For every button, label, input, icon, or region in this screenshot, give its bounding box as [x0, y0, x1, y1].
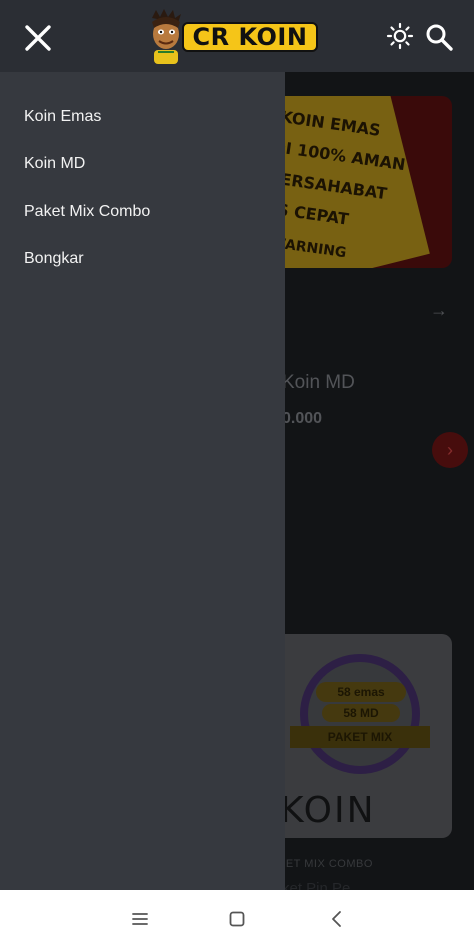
- back-icon[interactable]: [326, 908, 348, 930]
- scrim-overlay[interactable]: [285, 72, 474, 890]
- drawer-item-bongkar[interactable]: Bongkar: [24, 243, 264, 275]
- app-root: KOIN EMAS DI 100% AMAN BERSAHABAT ES CEP…: [0, 0, 474, 948]
- app-header: CR KOIN: [0, 0, 474, 72]
- close-icon[interactable]: [22, 22, 54, 54]
- site-logo[interactable]: CR KOIN: [146, 8, 320, 64]
- menu-icon[interactable]: [129, 908, 151, 930]
- drawer-item-koin-md[interactable]: Koin MD: [24, 148, 264, 180]
- navigation-drawer: Koin Emas Koin MD Paket Mix Combo Bongka…: [0, 72, 285, 890]
- home-icon[interactable]: [226, 908, 248, 930]
- mascot-icon: [152, 9, 181, 64]
- sun-icon[interactable]: [386, 22, 414, 50]
- drawer-item-paket-mix-combo[interactable]: Paket Mix Combo: [24, 196, 264, 228]
- system-navigation-bar: [0, 890, 474, 948]
- drawer-item-koin-emas[interactable]: Koin Emas: [24, 101, 264, 133]
- search-icon[interactable]: [424, 22, 454, 52]
- logo-text: CR KOIN: [182, 22, 318, 52]
